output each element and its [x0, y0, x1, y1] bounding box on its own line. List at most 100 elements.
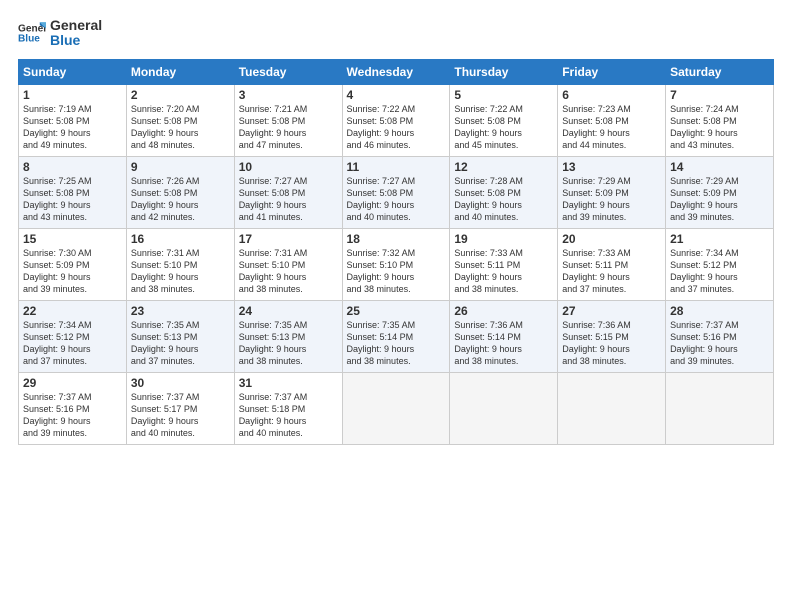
svg-text:Blue: Blue — [18, 34, 40, 45]
day-info: Sunrise: 7:37 AM Sunset: 5:17 PM Dayligh… — [131, 391, 230, 440]
day-number: 5 — [454, 88, 553, 102]
day-cell: 26Sunrise: 7:36 AM Sunset: 5:14 PM Dayli… — [450, 300, 558, 372]
day-number: 24 — [239, 304, 338, 318]
day-info: Sunrise: 7:37 AM Sunset: 5:18 PM Dayligh… — [239, 391, 338, 440]
day-cell: 27Sunrise: 7:36 AM Sunset: 5:15 PM Dayli… — [558, 300, 666, 372]
day-number: 3 — [239, 88, 338, 102]
day-info: Sunrise: 7:29 AM Sunset: 5:09 PM Dayligh… — [670, 175, 769, 224]
day-number: 10 — [239, 160, 338, 174]
day-cell: 15Sunrise: 7:30 AM Sunset: 5:09 PM Dayli… — [19, 228, 127, 300]
day-number: 20 — [562, 232, 661, 246]
day-info: Sunrise: 7:34 AM Sunset: 5:12 PM Dayligh… — [670, 247, 769, 296]
day-cell: 31Sunrise: 7:37 AM Sunset: 5:18 PM Dayli… — [234, 372, 342, 444]
day-info: Sunrise: 7:19 AM Sunset: 5:08 PM Dayligh… — [23, 103, 122, 152]
day-info: Sunrise: 7:37 AM Sunset: 5:16 PM Dayligh… — [23, 391, 122, 440]
day-number: 6 — [562, 88, 661, 102]
week-row-5: 29Sunrise: 7:37 AM Sunset: 5:16 PM Dayli… — [19, 372, 774, 444]
day-info: Sunrise: 7:23 AM Sunset: 5:08 PM Dayligh… — [562, 103, 661, 152]
day-number: 11 — [347, 160, 446, 174]
day-info: Sunrise: 7:22 AM Sunset: 5:08 PM Dayligh… — [347, 103, 446, 152]
day-cell: 12Sunrise: 7:28 AM Sunset: 5:08 PM Dayli… — [450, 156, 558, 228]
day-cell — [342, 372, 450, 444]
day-info: Sunrise: 7:22 AM Sunset: 5:08 PM Dayligh… — [454, 103, 553, 152]
day-number: 23 — [131, 304, 230, 318]
header-row: SundayMondayTuesdayWednesdayThursdayFrid… — [19, 59, 774, 84]
day-number: 31 — [239, 376, 338, 390]
week-row-1: 1Sunrise: 7:19 AM Sunset: 5:08 PM Daylig… — [19, 84, 774, 156]
day-number: 21 — [670, 232, 769, 246]
day-info: Sunrise: 7:36 AM Sunset: 5:14 PM Dayligh… — [454, 319, 553, 368]
day-cell: 3Sunrise: 7:21 AM Sunset: 5:08 PM Daylig… — [234, 84, 342, 156]
day-cell: 23Sunrise: 7:35 AM Sunset: 5:13 PM Dayli… — [126, 300, 234, 372]
day-cell: 11Sunrise: 7:27 AM Sunset: 5:08 PM Dayli… — [342, 156, 450, 228]
day-info: Sunrise: 7:35 AM Sunset: 5:13 PM Dayligh… — [131, 319, 230, 368]
day-number: 9 — [131, 160, 230, 174]
day-cell: 2Sunrise: 7:20 AM Sunset: 5:08 PM Daylig… — [126, 84, 234, 156]
day-info: Sunrise: 7:28 AM Sunset: 5:08 PM Dayligh… — [454, 175, 553, 224]
day-info: Sunrise: 7:24 AM Sunset: 5:08 PM Dayligh… — [670, 103, 769, 152]
day-cell: 8Sunrise: 7:25 AM Sunset: 5:08 PM Daylig… — [19, 156, 127, 228]
day-number: 17 — [239, 232, 338, 246]
col-header-sunday: Sunday — [19, 59, 127, 84]
day-cell: 16Sunrise: 7:31 AM Sunset: 5:10 PM Dayli… — [126, 228, 234, 300]
week-row-3: 15Sunrise: 7:30 AM Sunset: 5:09 PM Dayli… — [19, 228, 774, 300]
day-number: 25 — [347, 304, 446, 318]
day-number: 1 — [23, 88, 122, 102]
day-info: Sunrise: 7:31 AM Sunset: 5:10 PM Dayligh… — [131, 247, 230, 296]
day-number: 29 — [23, 376, 122, 390]
logo-blue: Blue — [50, 33, 102, 48]
day-cell — [666, 372, 774, 444]
day-cell: 29Sunrise: 7:37 AM Sunset: 5:16 PM Dayli… — [19, 372, 127, 444]
day-cell — [450, 372, 558, 444]
day-info: Sunrise: 7:31 AM Sunset: 5:10 PM Dayligh… — [239, 247, 338, 296]
day-number: 15 — [23, 232, 122, 246]
day-number: 4 — [347, 88, 446, 102]
day-info: Sunrise: 7:37 AM Sunset: 5:16 PM Dayligh… — [670, 319, 769, 368]
week-row-4: 22Sunrise: 7:34 AM Sunset: 5:12 PM Dayli… — [19, 300, 774, 372]
day-number: 13 — [562, 160, 661, 174]
day-cell: 25Sunrise: 7:35 AM Sunset: 5:14 PM Dayli… — [342, 300, 450, 372]
day-cell: 20Sunrise: 7:33 AM Sunset: 5:11 PM Dayli… — [558, 228, 666, 300]
day-cell: 14Sunrise: 7:29 AM Sunset: 5:09 PM Dayli… — [666, 156, 774, 228]
day-number: 30 — [131, 376, 230, 390]
day-number: 8 — [23, 160, 122, 174]
day-number: 26 — [454, 304, 553, 318]
day-cell: 17Sunrise: 7:31 AM Sunset: 5:10 PM Dayli… — [234, 228, 342, 300]
day-number: 27 — [562, 304, 661, 318]
col-header-saturday: Saturday — [666, 59, 774, 84]
day-number: 7 — [670, 88, 769, 102]
day-cell: 5Sunrise: 7:22 AM Sunset: 5:08 PM Daylig… — [450, 84, 558, 156]
day-cell: 18Sunrise: 7:32 AM Sunset: 5:10 PM Dayli… — [342, 228, 450, 300]
day-info: Sunrise: 7:32 AM Sunset: 5:10 PM Dayligh… — [347, 247, 446, 296]
day-number: 14 — [670, 160, 769, 174]
day-cell: 22Sunrise: 7:34 AM Sunset: 5:12 PM Dayli… — [19, 300, 127, 372]
calendar-table: SundayMondayTuesdayWednesdayThursdayFrid… — [18, 59, 774, 445]
col-header-wednesday: Wednesday — [342, 59, 450, 84]
day-info: Sunrise: 7:20 AM Sunset: 5:08 PM Dayligh… — [131, 103, 230, 152]
day-number: 2 — [131, 88, 230, 102]
day-cell: 28Sunrise: 7:37 AM Sunset: 5:16 PM Dayli… — [666, 300, 774, 372]
day-cell: 19Sunrise: 7:33 AM Sunset: 5:11 PM Dayli… — [450, 228, 558, 300]
day-cell: 6Sunrise: 7:23 AM Sunset: 5:08 PM Daylig… — [558, 84, 666, 156]
day-cell: 9Sunrise: 7:26 AM Sunset: 5:08 PM Daylig… — [126, 156, 234, 228]
header: General Blue General Blue — [18, 18, 774, 49]
day-cell: 21Sunrise: 7:34 AM Sunset: 5:12 PM Dayli… — [666, 228, 774, 300]
day-cell: 30Sunrise: 7:37 AM Sunset: 5:17 PM Dayli… — [126, 372, 234, 444]
day-info: Sunrise: 7:35 AM Sunset: 5:14 PM Dayligh… — [347, 319, 446, 368]
week-row-2: 8Sunrise: 7:25 AM Sunset: 5:08 PM Daylig… — [19, 156, 774, 228]
logo-general: General — [50, 18, 102, 33]
day-info: Sunrise: 7:26 AM Sunset: 5:08 PM Dayligh… — [131, 175, 230, 224]
day-cell: 1Sunrise: 7:19 AM Sunset: 5:08 PM Daylig… — [19, 84, 127, 156]
day-number: 19 — [454, 232, 553, 246]
day-info: Sunrise: 7:27 AM Sunset: 5:08 PM Dayligh… — [347, 175, 446, 224]
day-info: Sunrise: 7:25 AM Sunset: 5:08 PM Dayligh… — [23, 175, 122, 224]
day-info: Sunrise: 7:35 AM Sunset: 5:13 PM Dayligh… — [239, 319, 338, 368]
day-cell — [558, 372, 666, 444]
logo: General Blue General Blue — [18, 18, 102, 49]
col-header-thursday: Thursday — [450, 59, 558, 84]
col-header-monday: Monday — [126, 59, 234, 84]
day-cell: 24Sunrise: 7:35 AM Sunset: 5:13 PM Dayli… — [234, 300, 342, 372]
day-number: 16 — [131, 232, 230, 246]
day-number: 18 — [347, 232, 446, 246]
day-info: Sunrise: 7:30 AM Sunset: 5:09 PM Dayligh… — [23, 247, 122, 296]
